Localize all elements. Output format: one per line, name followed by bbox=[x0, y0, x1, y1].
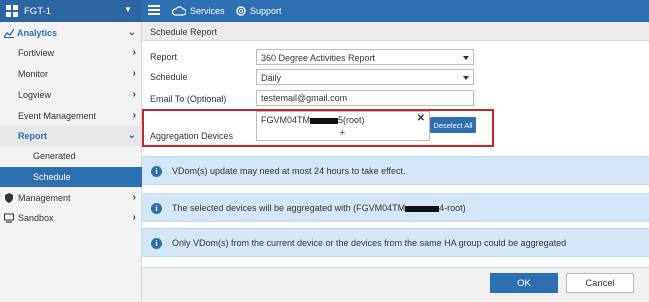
device-entry: FGVM04TM 5(root) bbox=[261, 115, 365, 125]
info-message-prefix: The selected devices will be aggregated … bbox=[172, 203, 406, 213]
info-message-update: i VDom(s) update may need at most 24 hou… bbox=[142, 156, 649, 185]
sidebar-item-sandbox[interactable]: Sandbox › bbox=[0, 208, 142, 228]
info-icon: i bbox=[151, 203, 162, 214]
schedule-select[interactable]: Daily bbox=[256, 69, 474, 85]
chevron-right-icon: › bbox=[132, 212, 136, 223]
sidebar-item-fortiview[interactable]: Fortiview › bbox=[0, 43, 142, 63]
email-label: Email To (Optional) bbox=[150, 94, 227, 104]
report-label: Report bbox=[150, 52, 178, 62]
caret-down-icon bbox=[463, 56, 469, 60]
aggregation-devices-label: Aggregation Devices bbox=[150, 131, 234, 141]
redaction-block bbox=[405, 205, 440, 212]
chevron-right-icon: › bbox=[132, 89, 136, 100]
device-selector[interactable]: FGT-1 ▼ bbox=[0, 0, 142, 22]
sidebar-item-label: Fortiview bbox=[18, 48, 55, 58]
sidebar-item-monitor[interactable]: Monitor › bbox=[0, 64, 142, 84]
sidebar-item-management[interactable]: Management › bbox=[0, 188, 142, 208]
ok-button[interactable]: OK bbox=[490, 273, 558, 293]
info-icon: i bbox=[151, 166, 162, 177]
add-device-icon[interactable]: + bbox=[339, 127, 345, 139]
sidebar-item-label: Generated bbox=[33, 151, 76, 161]
aggregation-devices-list[interactable]: FGVM04TM 5(root) ✕ + bbox=[256, 111, 430, 141]
shield-icon bbox=[5, 193, 13, 203]
device-name-suffix: 5(root) bbox=[338, 115, 365, 125]
chevron-right-icon: › bbox=[132, 192, 136, 203]
analytics-chart-icon bbox=[4, 28, 14, 38]
schedule-select-value: Daily bbox=[261, 73, 282, 83]
sidebar-item-label: Event Management bbox=[18, 111, 97, 121]
sidebar-item-generated[interactable]: Generated bbox=[0, 146, 142, 166]
info-message-text: Only VDom(s) from the current device or … bbox=[172, 238, 567, 248]
device-name-prefix: FGVM04TM bbox=[261, 115, 311, 125]
remove-device-icon[interactable]: ✕ bbox=[417, 113, 425, 124]
info-message-suffix: 4-root) bbox=[439, 203, 466, 213]
report-select-value: 360 Degree Activities Report bbox=[261, 53, 376, 63]
schedule-label: Schedule bbox=[150, 72, 188, 82]
sidebar-item-label: Analytics bbox=[17, 28, 58, 38]
info-icon: i bbox=[151, 238, 162, 249]
sidebar-item-event-management[interactable]: Event Management › bbox=[0, 106, 142, 126]
info-message-aggregate: i The selected devices will be aggregate… bbox=[142, 193, 649, 222]
sidebar-item-label: Monitor bbox=[18, 69, 49, 79]
sidebar-item-label: Management bbox=[18, 193, 71, 203]
sandbox-monitor-icon bbox=[4, 213, 14, 223]
info-message-text: The selected devices will be aggregated … bbox=[172, 203, 466, 213]
email-field[interactable] bbox=[257, 91, 473, 105]
report-select[interactable]: 360 Degree Activities Report bbox=[256, 49, 474, 65]
sidebar-item-label: Report bbox=[18, 131, 47, 141]
hamburger-menu-icon[interactable] bbox=[148, 5, 160, 17]
sidebar-item-logview[interactable]: Logview › bbox=[0, 85, 142, 105]
sidebar: Analytics ⌄ Fortiview › Monitor › Logvie… bbox=[0, 22, 142, 302]
page-title: Schedule Report bbox=[150, 27, 218, 37]
services-nav[interactable]: Services bbox=[172, 0, 225, 22]
chevron-right-icon: › bbox=[132, 68, 136, 79]
sidebar-item-schedule[interactable]: Schedule bbox=[0, 167, 142, 187]
top-bar: FGT-1 ▼ Services Support bbox=[0, 0, 649, 22]
support-label: Support bbox=[250, 6, 282, 16]
services-label: Services bbox=[190, 6, 225, 16]
sidebar-item-label: Schedule bbox=[33, 172, 71, 182]
schedule-report-panel: Schedule Report Report 360 Degree Activi… bbox=[142, 22, 649, 302]
info-message-vdom: i Only VDom(s) from the current device o… bbox=[142, 228, 649, 257]
sidebar-item-label: Sandbox bbox=[18, 213, 54, 223]
device-name: FGT-1 bbox=[24, 6, 51, 17]
chevron-down-icon: ⌄ bbox=[127, 27, 136, 38]
cloud-icon bbox=[172, 6, 186, 16]
fortinet-logo-icon bbox=[6, 5, 18, 17]
caret-down-icon bbox=[463, 76, 469, 80]
sidebar-item-report[interactable]: Report ⌄ bbox=[0, 126, 142, 146]
info-message-text: VDom(s) update may need at most 24 hours… bbox=[172, 166, 406, 176]
panel-header: Schedule Report bbox=[142, 22, 649, 41]
chevron-right-icon: › bbox=[132, 110, 136, 121]
email-field-wrapper bbox=[256, 90, 474, 106]
sidebar-item-analytics[interactable]: Analytics ⌄ bbox=[0, 23, 142, 43]
dialog-footer: OK Cancel bbox=[142, 267, 649, 302]
redaction-block bbox=[310, 117, 339, 124]
sidebar-item-label: Logview bbox=[18, 90, 52, 100]
support-nav[interactable]: Support bbox=[236, 0, 282, 22]
deselect-all-button[interactable]: Deselect All bbox=[430, 117, 476, 133]
cancel-button[interactable]: Cancel bbox=[566, 273, 634, 293]
chevron-down-icon: ▼ bbox=[124, 5, 132, 14]
chevron-down-icon: ⌄ bbox=[127, 130, 136, 141]
chevron-right-icon: › bbox=[132, 47, 136, 58]
support-icon bbox=[236, 6, 246, 16]
